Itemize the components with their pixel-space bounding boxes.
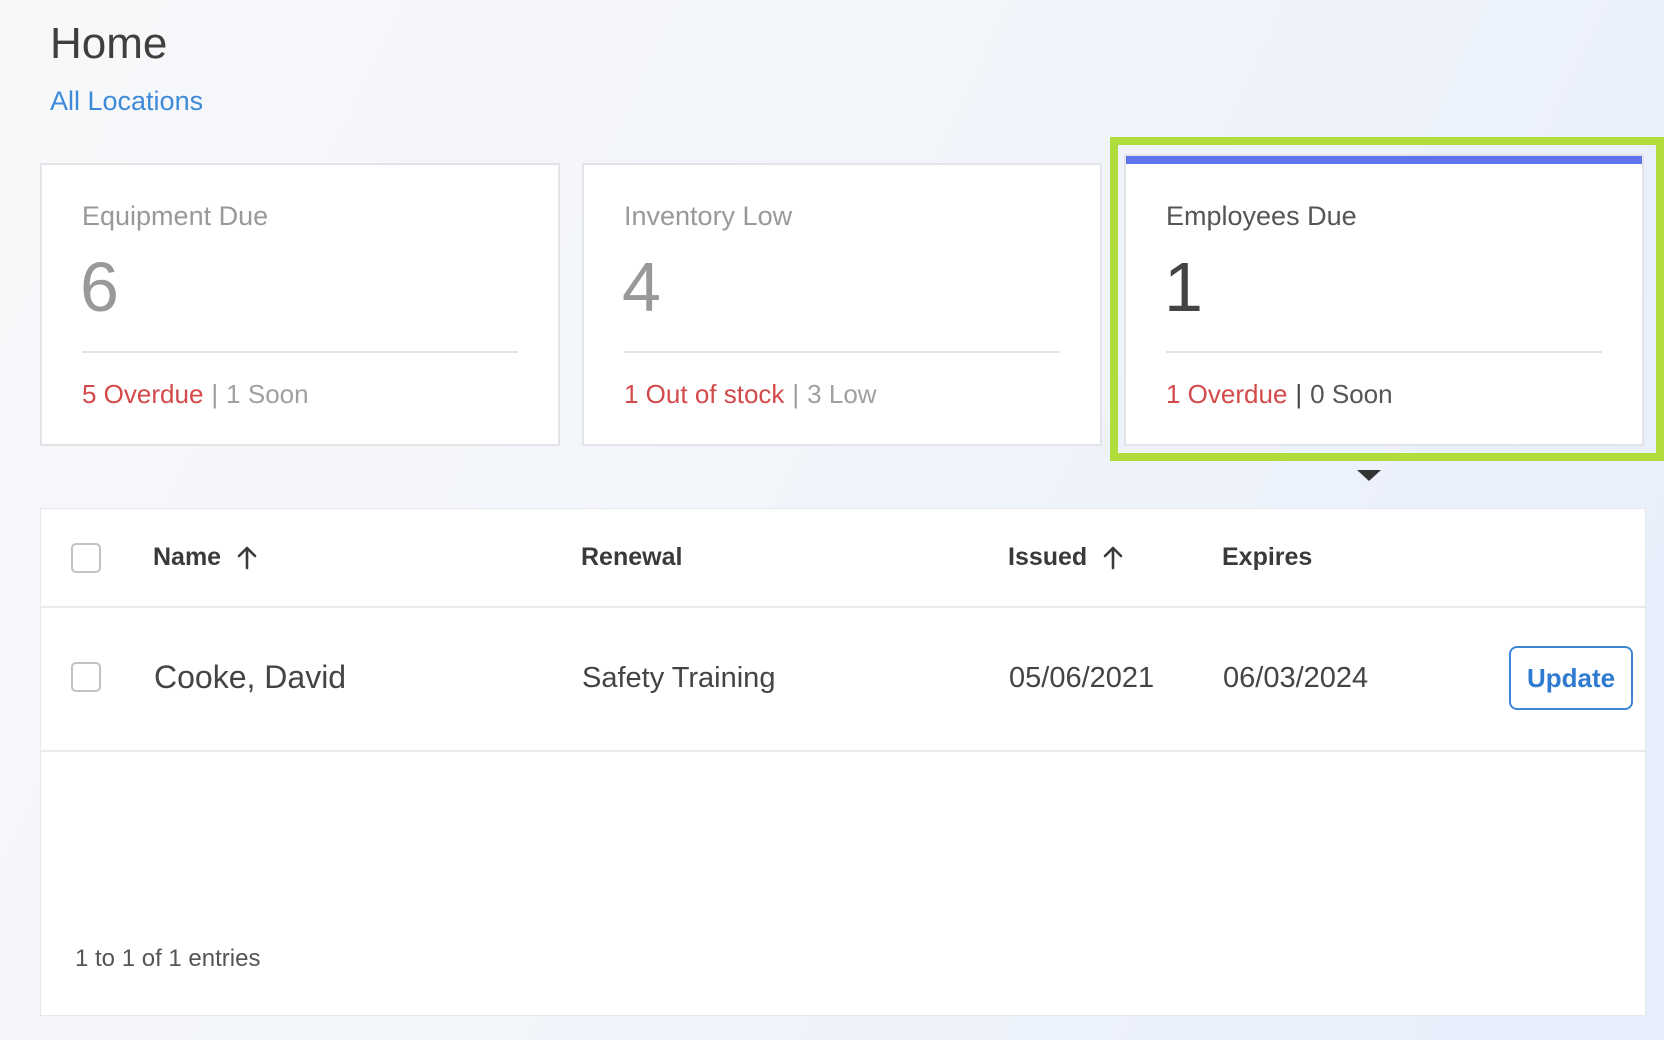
card-title: Employees Due [1166,201,1357,231]
equipment-due-card[interactable]: Equipment Due 6 5 Overdue | 1 Soon [40,163,560,446]
page-title: Home [50,19,168,68]
card-title: Inventory Low [624,201,793,231]
card-divider [1166,351,1602,353]
issued-date: 05/06/2021 [1009,662,1155,694]
card-count: 4 [622,248,661,326]
column-header-label: Name [153,543,222,571]
separator: | [1295,379,1303,409]
employee-name: Cooke, David [154,659,347,695]
selected-indicator-bar [1126,156,1642,164]
employees-due-card[interactable]: Employees Due 1 1 Overdue | 0 Soon [1124,154,1644,446]
soon-count: 1 Soon [226,379,309,409]
entries-count: 1 to 1 of 1 entries [75,945,261,972]
all-locations-link[interactable]: All Locations [50,84,203,118]
column-header-label: Issued [1008,543,1088,571]
column-header-issued[interactable]: Issued [1008,539,1125,575]
card-count: 6 [80,248,119,326]
expires-date: 06/03/2024 [1223,662,1369,694]
column-header-label: Expires [1222,543,1313,571]
soon-count: 0 Soon [1310,379,1393,409]
table-row: Cooke, David Safety Training 05/06/2021 … [41,606,1645,752]
card-footer: 1 Overdue | 0 Soon [1166,377,1393,411]
card-divider [624,351,1060,353]
out-of-stock-count: 1 Out of stock [624,379,785,409]
select-all-checkbox[interactable] [71,543,101,573]
caret-down-icon [1357,470,1381,481]
employees-table: Name Renewal Issued Expires Cooke, David… [40,508,1646,1016]
card-title: Equipment Due [82,201,269,231]
separator: | [211,379,219,409]
update-button[interactable]: Update [1509,646,1633,710]
row-checkbox[interactable] [71,662,101,692]
card-count: 1 [1164,248,1203,326]
sort-ascending-icon [237,546,257,570]
card-footer: 5 Overdue | 1 Soon [82,377,309,411]
overdue-count: 1 Overdue [1166,379,1288,409]
separator: | [792,379,800,409]
inventory-low-card[interactable]: Inventory Low 4 1 Out of stock | 3 Low [582,163,1102,446]
card-footer: 1 Out of stock | 3 Low [624,377,877,411]
column-header-label: Renewal [581,543,683,571]
column-header-name[interactable]: Name [153,539,259,575]
overdue-count: 5 Overdue [82,379,204,409]
table-header: Name Renewal Issued Expires [41,509,1645,608]
column-header-expires[interactable]: Expires [1222,539,1312,575]
sort-ascending-icon [1103,546,1123,570]
card-divider [82,351,518,353]
column-header-renewal[interactable]: Renewal [581,539,682,575]
low-count: 3 Low [807,379,877,409]
renewal-type: Safety Training [582,662,776,694]
